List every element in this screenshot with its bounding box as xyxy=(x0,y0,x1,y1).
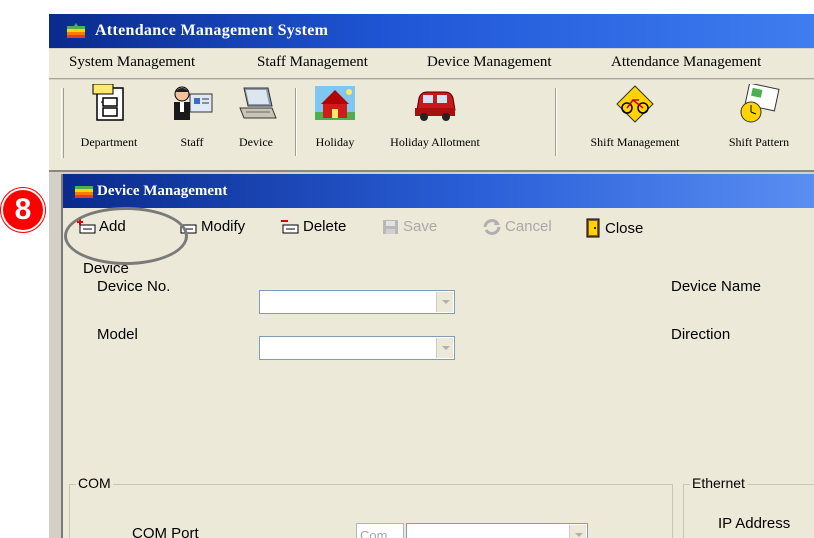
menu-system-management[interactable]: System Management xyxy=(69,54,195,71)
device-no-label: Device No. xyxy=(97,278,171,295)
toolbar-staff-label: Staff xyxy=(180,135,204,149)
shift-management-icon xyxy=(616,85,654,123)
modify-button-label: Modify xyxy=(201,218,246,235)
delete-button-label: Delete xyxy=(303,218,347,235)
app-window: Attendance Management System System Mana… xyxy=(47,14,814,538)
app-logo-icon xyxy=(67,23,85,38)
ethernet-group: Ethernet IP Address xyxy=(683,475,814,538)
window-logo-icon xyxy=(75,186,93,198)
chevron-down-icon[interactable] xyxy=(436,292,453,312)
save-button-label: Save xyxy=(403,218,438,235)
toolbar-department-label: Department xyxy=(80,135,138,149)
app-title: Attendance Management System xyxy=(95,22,329,39)
toolbar-shift-management-label: Shift Management xyxy=(590,135,680,149)
device-no-combobox[interactable] xyxy=(259,290,455,314)
toolbar-shift-pattern-button[interactable]: Shift Pattern xyxy=(717,82,801,150)
toolbar-separator xyxy=(555,88,557,156)
cancel-icon xyxy=(483,218,501,235)
delete-button[interactable]: Delete xyxy=(279,218,346,235)
holiday-allotment-icon xyxy=(415,91,456,121)
ethernet-group-legend: Ethernet xyxy=(690,475,747,491)
holiday-icon xyxy=(315,86,355,120)
com-prefix-field: Com xyxy=(356,523,404,538)
menu-bar: System Management Staff Management Devic… xyxy=(49,49,814,79)
main-toolbar: Department Staff Device Holiday Holiday … xyxy=(49,80,814,172)
department-icon xyxy=(92,83,124,121)
ip-address-label: IP Address xyxy=(718,515,791,532)
staff-icon xyxy=(174,86,213,120)
toolbar-holiday-label: Holiday xyxy=(315,135,355,149)
toolbar-separator xyxy=(295,88,297,156)
delete-icon xyxy=(281,219,299,233)
device-management-title: Device Management xyxy=(97,183,228,199)
toolbar-department-button[interactable]: Department xyxy=(71,83,147,150)
device-management-titlebar[interactable]: Device Management xyxy=(63,174,814,208)
direction-label: Direction xyxy=(671,326,731,343)
cancel-button[interactable]: Cancel xyxy=(481,218,552,235)
chevron-down-icon[interactable] xyxy=(436,338,453,358)
com-port-label: COM Port xyxy=(132,525,199,538)
save-button[interactable]: Save xyxy=(381,218,437,235)
app-titlebar[interactable]: Attendance Management System xyxy=(49,14,814,48)
toolbar-staff-button[interactable]: Staff xyxy=(169,84,215,150)
close-button[interactable]: Close xyxy=(585,218,643,238)
menu-device-management[interactable]: Device Management xyxy=(427,54,552,71)
com-port-combobox[interactable] xyxy=(406,523,588,538)
chevron-down-icon[interactable] xyxy=(569,525,586,538)
toolbar-grip xyxy=(61,88,64,158)
cancel-button-label: Cancel xyxy=(505,218,552,235)
model-combobox[interactable] xyxy=(259,336,455,360)
add-device-highlight-ring xyxy=(64,207,188,265)
device-name-label: Device Name xyxy=(671,278,762,295)
step-number-badge: 8 xyxy=(1,188,45,232)
save-icon xyxy=(383,219,398,234)
toolbar-holiday-allotment-label: Holiday Allotment xyxy=(390,135,480,149)
toolbar-shift-management-button[interactable]: Shift Management xyxy=(569,84,701,150)
menu-staff-management[interactable]: Staff Management xyxy=(257,54,368,71)
menu-attendance-management[interactable]: Attendance Management xyxy=(611,54,761,71)
toolbar-device-button[interactable]: Device xyxy=(227,84,285,150)
com-group-legend: COM xyxy=(76,475,113,491)
close-button-label: Close xyxy=(605,219,644,237)
device-icon xyxy=(239,87,277,119)
toolbar-shift-pattern-label: Shift Pattern xyxy=(728,135,790,149)
toolbar-holiday-allotment-button[interactable]: Holiday Allotment xyxy=(379,84,491,150)
toolbar-device-label: Device xyxy=(239,135,273,149)
com-group: COM COM Port Com xyxy=(69,475,673,538)
toolbar-holiday-button[interactable]: Holiday xyxy=(307,84,363,150)
shift-pattern-icon xyxy=(740,82,780,123)
close-icon xyxy=(586,218,600,238)
model-label: Model xyxy=(97,326,138,343)
